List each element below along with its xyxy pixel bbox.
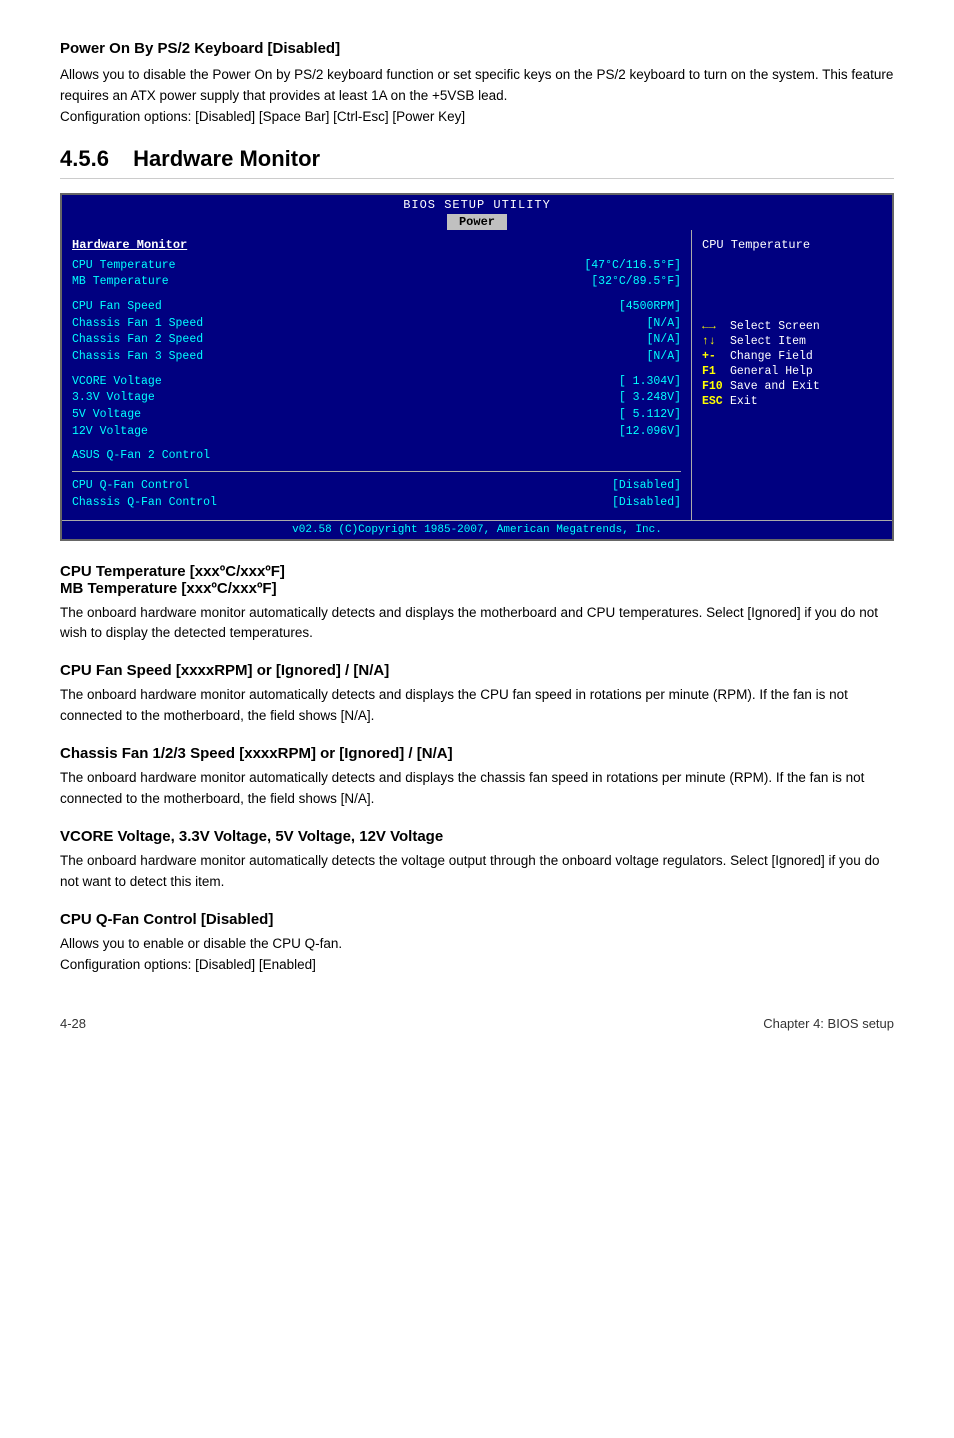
bios-left-panel: Hardware Monitor CPU Temperature [47°C/1… bbox=[62, 230, 692, 520]
bios-row-cpu-temp: CPU Temperature [47°C/116.5°F] bbox=[72, 258, 681, 275]
bios-key-save-exit: F10 Save and Exit bbox=[702, 380, 882, 393]
subsection-cpu-mb-temp-title: CPU Temperature [xxxºC/xxxºF] MB Tempera… bbox=[60, 563, 894, 597]
bios-right-panel: CPU Temperature ←→ Select Screen ↑↓ Sele… bbox=[692, 230, 892, 520]
subsection-cpu-qfan: CPU Q-Fan Control [Disabled] Allows you … bbox=[60, 911, 894, 976]
page-footer: 4-28 Chapter 4: BIOS setup bbox=[60, 1016, 894, 1031]
bios-key-general-help: F1 General Help bbox=[702, 365, 882, 378]
bios-section-label: Hardware Monitor bbox=[72, 238, 681, 252]
subsection-chassis-fan-speed-body: The onboard hardware monitor automatical… bbox=[60, 768, 894, 810]
footer-page-number: 4-28 bbox=[60, 1016, 86, 1031]
bios-footer: v02.58 (C)Copyright 1985-2007, American … bbox=[62, 520, 892, 539]
bios-right-title: CPU Temperature bbox=[702, 238, 882, 252]
subsection-cpu-fan-speed-body: The onboard hardware monitor automatical… bbox=[60, 685, 894, 727]
subsections: CPU Temperature [xxxºC/xxxºF] MB Tempera… bbox=[60, 563, 894, 976]
hardware-monitor-heading: 4.5.6 Hardware Monitor bbox=[60, 146, 894, 179]
subsection-voltage: VCORE Voltage, 3.3V Voltage, 5V Voltage,… bbox=[60, 828, 894, 893]
subsection-cpu-qfan-body: Allows you to enable or disable the CPU … bbox=[60, 934, 894, 976]
section-number: 4.5.6 bbox=[60, 146, 109, 171]
bios-title: BIOS SETUP UTILITY bbox=[62, 198, 892, 212]
bios-key-esc: ESC Exit bbox=[702, 395, 882, 408]
bios-row-vcore: VCORE Voltage [ 1.304V] bbox=[72, 374, 681, 391]
subsection-cpu-mb-temp-body: The onboard hardware monitor automatical… bbox=[60, 603, 894, 645]
subsection-voltage-title: VCORE Voltage, 3.3V Voltage, 5V Voltage,… bbox=[60, 828, 894, 845]
footer-chapter: Chapter 4: BIOS setup bbox=[763, 1016, 894, 1031]
subsection-cpu-fan-speed-title: CPU Fan Speed [xxxxRPM] or [Ignored] / [… bbox=[60, 662, 894, 679]
subsection-chassis-fan-speed-title: Chassis Fan 1/2/3 Speed [xxxxRPM] or [Ig… bbox=[60, 745, 894, 762]
subsection-voltage-body: The onboard hardware monitor automatical… bbox=[60, 851, 894, 893]
bios-row-5v: 5V Voltage [ 5.112V] bbox=[72, 407, 681, 424]
bios-row-chassis-fan1: Chassis Fan 1 Speed [N/A] bbox=[72, 316, 681, 333]
bios-row-12v: 12V Voltage [12.096V] bbox=[72, 424, 681, 441]
subsection-chassis-fan-speed: Chassis Fan 1/2/3 Speed [xxxxRPM] or [Ig… bbox=[60, 745, 894, 810]
bios-tab-bar: Power bbox=[62, 214, 892, 230]
section-label: Hardware Monitor bbox=[133, 146, 320, 171]
bios-key-change-field: +- Change Field bbox=[702, 350, 882, 363]
bios-row-cpu-fan: CPU Fan Speed [4500RPM] bbox=[72, 299, 681, 316]
bios-row-cpu-qfan: CPU Q-Fan Control [Disabled] bbox=[72, 478, 681, 495]
top-section: Power On By PS/2 Keyboard [Disabled] All… bbox=[60, 40, 894, 128]
bios-row-chassis-fan3: Chassis Fan 3 Speed [N/A] bbox=[72, 349, 681, 366]
bios-row-chassis-qfan: Chassis Q-Fan Control [Disabled] bbox=[72, 495, 681, 512]
subsection-cpu-qfan-title: CPU Q-Fan Control [Disabled] bbox=[60, 911, 894, 928]
bios-tab-power[interactable]: Power bbox=[447, 214, 507, 230]
bios-row-mb-temp: MB Temperature [32°C/89.5°F] bbox=[72, 274, 681, 291]
bios-row-chassis-fan2: Chassis Fan 2 Speed [N/A] bbox=[72, 332, 681, 349]
bios-key-select-screen: ←→ Select Screen bbox=[702, 320, 882, 333]
subsection-cpu-fan-speed: CPU Fan Speed [xxxxRPM] or [Ignored] / [… bbox=[60, 662, 894, 727]
subsection-cpu-mb-temp: CPU Temperature [xxxºC/xxxºF] MB Tempera… bbox=[60, 563, 894, 645]
bios-box: BIOS SETUP UTILITY Power Hardware Monito… bbox=[60, 193, 894, 541]
bios-header: BIOS SETUP UTILITY Power bbox=[62, 195, 892, 230]
bios-content: Hardware Monitor CPU Temperature [47°C/1… bbox=[62, 230, 892, 520]
bios-key-select-item: ↑↓ Select Item bbox=[702, 335, 882, 348]
top-section-body: Allows you to disable the Power On by PS… bbox=[60, 65, 894, 128]
bios-row-33v: 3.3V Voltage [ 3.248V] bbox=[72, 390, 681, 407]
bios-row-qfan2: ASUS Q-Fan 2 Control bbox=[72, 448, 681, 465]
top-section-title: Power On By PS/2 Keyboard [Disabled] bbox=[60, 40, 894, 57]
